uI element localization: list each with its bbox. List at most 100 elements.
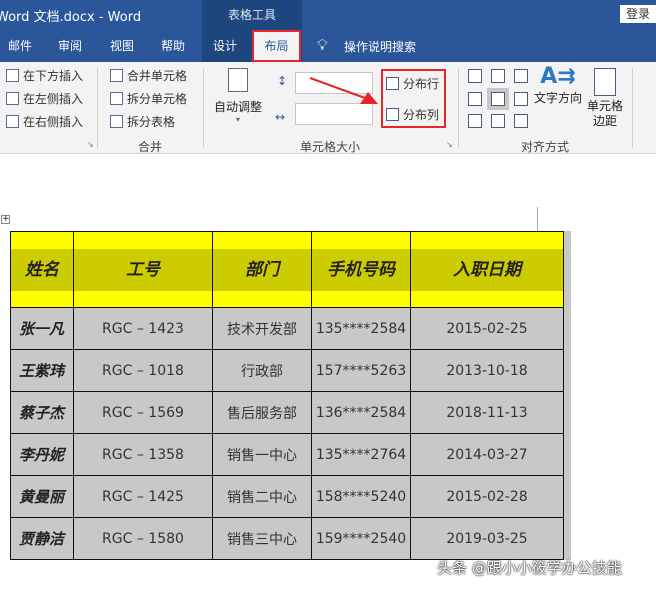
table-cell[interactable]: 王紫玮 [10,349,74,392]
label: 在左侧插入 [23,92,84,106]
split-cells-button[interactable]: 拆分单元格 [110,90,187,107]
table-cell[interactable]: RGC – 1358 [73,433,213,476]
merge-cells-icon [110,69,123,82]
insert-left-button[interactable]: 在左侧插入 [6,90,83,107]
distribute-columns-icon [386,108,399,121]
table-cell[interactable]: 158****5240 [311,475,411,518]
watermark: 头条 @跟小小筱学办公技能 [437,559,622,577]
header-label: 入职日期 [411,248,563,291]
table-cell[interactable]: 2015-02-25 [410,307,564,350]
table-row: 蔡子杰 RGC – 1569 售后服务部 136****2584 2018-11-13 [10,391,564,434]
table-row: 李丹妮 RGC – 1358 销售一中心 135****2764 2014-03-27 [10,433,564,476]
merge-cells-button[interactable]: 合并单元格 [110,67,187,84]
table-cell[interactable]: 159****2540 [311,517,411,560]
align-bottom-right-icon[interactable] [514,114,528,128]
cell-margins-button[interactable]: 单元格边距 [586,68,624,129]
dialog-launcher-icon[interactable]: ↘ [446,140,453,149]
table-move-handle-icon[interactable]: + [1,215,10,224]
align-top-center-icon[interactable] [491,69,505,83]
tab-mail[interactable]: 邮件 [0,30,40,62]
tell-me-search[interactable]: 操作说明搜索 [344,38,416,55]
header-cell[interactable]: 工号 [73,231,213,308]
table-cell[interactable]: 136****2584 [311,391,411,434]
table-cell[interactable]: 135****2584 [311,307,411,350]
label: 在下方插入 [23,69,84,83]
align-bottom-center-icon[interactable] [491,114,505,128]
header-cell[interactable]: 姓名 [10,231,74,308]
autofit-button[interactable]: 自动调整 ▾ [212,68,264,134]
split-cells-icon [110,92,123,105]
header-cell[interactable]: 部门 [212,231,312,308]
table-cell[interactable]: 2015-02-28 [410,475,564,518]
table-cell[interactable]: RGC – 1569 [73,391,213,434]
row-height-input[interactable] [295,72,373,94]
header-label: 工号 [74,248,212,291]
table-cell[interactable]: 2018-11-13 [410,391,564,434]
label: 单元格边距 [586,99,623,128]
insert-right-button[interactable]: 在右侧插入 [6,113,83,130]
table-cell[interactable]: 蔡子杰 [10,391,74,434]
label: 拆分表格 [127,115,176,129]
align-bottom-left-icon[interactable] [468,114,482,128]
tab-layout[interactable]: 布局 [252,30,301,62]
label: 文字方向 [533,91,582,105]
align-middle-left-icon[interactable] [468,92,482,106]
group-label-cell-size: 单元格大小 [299,140,360,154]
table-header-row: 姓名 工号 部门 手机号码 入职日期 [10,231,564,308]
label: 在右侧插入 [23,115,84,129]
table-cell[interactable]: 135****2764 [311,433,411,476]
tab-review[interactable]: 审阅 [50,30,90,62]
tab-help[interactable]: 帮助 [153,30,193,62]
align-top-right-icon[interactable] [514,69,528,83]
column-width-icon: ↔ [275,110,286,124]
table-row: 贾静洁 RGC – 1580 销售三中心 159****2540 2019-03-25 [10,517,564,560]
insert-below-button[interactable]: 在下方插入 [6,67,83,84]
table-cell[interactable]: 2019-03-25 [410,517,564,560]
autofit-icon [228,68,248,92]
label: 拆分单元格 [127,92,188,106]
align-top-left-icon[interactable] [468,69,482,83]
table-cell[interactable]: 李丹妮 [10,433,74,476]
text-direction-button[interactable]: A⇉ 文字方向 [532,64,584,106]
dialog-launcher-icon[interactable]: ↘ [87,140,94,149]
align-middle-right-icon[interactable] [514,92,528,106]
distribute-columns-button[interactable]: 分布列 [386,106,439,123]
tab-view[interactable]: 视图 [102,30,142,62]
group-label-alignment: 对齐方式 [520,140,569,154]
table-cell[interactable]: 技术开发部 [212,307,312,350]
table-row: 黄曼丽 RGC – 1425 销售二中心 158****5240 2015-02-28 [10,475,564,518]
row-height-icon: ↕ [277,74,288,88]
split-table-button[interactable]: 拆分表格 [110,113,175,130]
column-width-input[interactable] [295,103,373,125]
label: 分布行 [403,77,440,91]
window-title: Word 文档.docx - Word [0,10,142,25]
table-cell[interactable]: RGC – 1425 [73,475,213,518]
table-cell[interactable]: 销售二中心 [212,475,312,518]
table-row: 王紫玮 RGC – 1018 行政部 157****5263 2013-10-18 [10,349,564,392]
header-cell[interactable]: 入职日期 [410,231,564,308]
table-cell[interactable]: RGC – 1018 [73,349,213,392]
table-cell[interactable]: 销售一中心 [212,433,312,476]
header-label: 姓名 [11,248,73,291]
table-cell[interactable]: 157****5263 [311,349,411,392]
align-middle-center-icon[interactable] [491,92,505,106]
table-cell[interactable]: 2013-10-18 [410,349,564,392]
tab-design[interactable]: 设计 [205,30,245,62]
table-cell[interactable]: 黄曼丽 [10,475,74,518]
table-cell[interactable]: 贾静洁 [10,517,74,560]
table-cell[interactable]: 行政部 [212,349,312,392]
title-bar: Word 文档.docx - Word 表格工具 登录 [0,0,656,30]
header-cell[interactable]: 手机号码 [311,231,411,308]
table-cell[interactable]: RGC – 1580 [73,517,213,560]
table-cell[interactable]: RGC – 1423 [73,307,213,350]
login-button[interactable]: 登录 [620,5,656,23]
context-tab-group: 表格工具 [202,0,302,30]
table-cell[interactable]: 售后服务部 [212,391,312,434]
table-cell[interactable]: 销售三中心 [212,517,312,560]
label: 自动调整 [213,100,262,114]
table-cell[interactable]: 张一凡 [10,307,74,350]
text-direction-icon: A⇉ [540,64,576,89]
label: 合并单元格 [127,69,188,83]
distribute-rows-button[interactable]: 分布行 [386,75,439,92]
table-cell[interactable]: 2014-03-27 [410,433,564,476]
